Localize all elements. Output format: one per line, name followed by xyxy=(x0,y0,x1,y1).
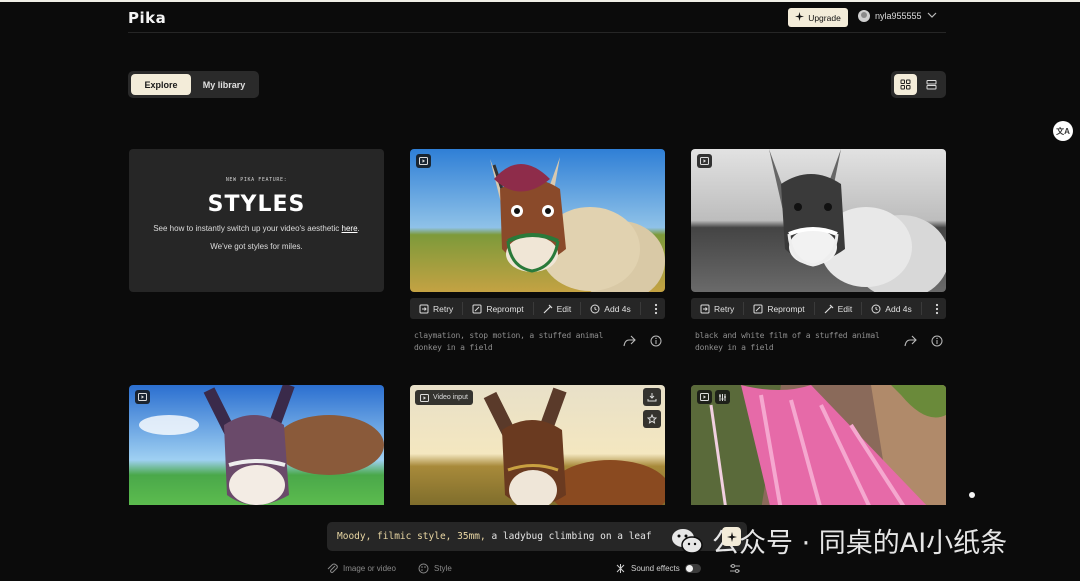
download-button[interactable] xyxy=(643,388,661,406)
download-icon xyxy=(647,393,657,402)
image-or-video-button[interactable]: Image or video xyxy=(327,563,396,574)
sound-effects-toggle[interactable]: Sound effects xyxy=(615,563,701,574)
more-vertical-icon xyxy=(654,303,658,314)
info-icon[interactable] xyxy=(650,335,662,347)
video-thumbnail[interactable]: Video input xyxy=(410,385,665,510)
view-toggle xyxy=(891,71,946,98)
add-4s-button[interactable]: Add 4s xyxy=(862,298,920,319)
promo-kicker: NEW PIKA FEATURE: xyxy=(225,177,288,183)
video-thumbnail[interactable] xyxy=(691,149,946,292)
promo-subtext: We've got styles for miles. xyxy=(210,242,303,251)
watermark: 公众号 · 同桌的AI小纸条 xyxy=(670,521,1007,560)
prompt-text: a ladybug climbing on a leaf xyxy=(485,531,652,542)
header-divider xyxy=(128,32,946,33)
retry-icon xyxy=(419,304,429,313)
pencil-square-icon xyxy=(753,304,763,313)
favorite-button[interactable] xyxy=(643,410,661,428)
video-action-bar: Retry Reprompt Edit Add 4s xyxy=(410,298,665,319)
app-page: Pika Upgrade nyla955555 Explore My libra… xyxy=(0,0,1080,581)
generate-button[interactable] xyxy=(722,527,741,546)
edit-button[interactable]: Edit xyxy=(534,298,581,319)
brush-icon xyxy=(824,304,834,313)
video-input-badge: Video input xyxy=(415,390,473,405)
clock-plus-icon xyxy=(590,304,600,313)
styles-promo-card[interactable]: NEW PIKA FEATURE: STYLES See how to inst… xyxy=(129,149,384,292)
adjust-icon xyxy=(715,390,730,404)
brush-icon xyxy=(543,304,553,313)
upgrade-button[interactable]: Upgrade xyxy=(788,8,848,27)
style-button[interactable]: Style xyxy=(418,563,452,574)
reprompt-button[interactable]: Reprompt xyxy=(744,298,813,319)
video-action-bar: Retry Reprompt Edit Add 4s xyxy=(691,298,946,319)
add-4s-button[interactable]: Add 4s xyxy=(581,298,639,319)
translate-icon[interactable]: 文A xyxy=(1053,121,1073,141)
video-play-icon xyxy=(420,393,429,402)
share-icon[interactable] xyxy=(623,335,636,347)
paperclip-icon xyxy=(327,563,338,573)
username: nyla955555 xyxy=(875,11,922,21)
retry-button[interactable]: Retry xyxy=(691,298,743,319)
video-thumbnail[interactable] xyxy=(410,149,665,292)
clock-plus-icon xyxy=(871,304,881,313)
reprompt-button[interactable]: Reprompt xyxy=(463,298,532,319)
caption-actions xyxy=(904,335,943,347)
tab-explore[interactable]: Explore xyxy=(131,74,191,95)
video-thumbnail[interactable] xyxy=(691,385,946,510)
sound-effects-switch[interactable] xyxy=(684,564,701,573)
promo-link[interactable]: here xyxy=(342,224,358,233)
promo-title: STYLES xyxy=(207,192,306,217)
avatar xyxy=(858,10,870,22)
list-icon xyxy=(926,80,937,90)
cursor-icon xyxy=(969,492,975,498)
grid-view-button[interactable] xyxy=(894,74,917,95)
upgrade-label: Upgrade xyxy=(808,12,841,23)
settings-button[interactable] xyxy=(729,563,741,574)
video-play-icon xyxy=(416,154,431,168)
tab-my-library[interactable]: My library xyxy=(195,74,253,95)
more-options-button[interactable] xyxy=(928,298,946,319)
star-icon xyxy=(647,414,657,424)
grid-icon xyxy=(900,79,911,90)
pika-logo[interactable]: Pika xyxy=(128,9,166,27)
prompt-style-text: Moody, filmic style, 35mm, xyxy=(337,531,486,542)
video-play-icon xyxy=(135,390,150,404)
share-icon[interactable] xyxy=(904,335,917,347)
list-view-button[interactable] xyxy=(920,74,943,95)
sparkle-icon xyxy=(795,12,805,23)
library-tabs: Explore My library xyxy=(128,71,259,98)
watermark-text: 公众号 · 同桌的AI小纸条 xyxy=(712,528,1008,559)
promo-text: See how to instantly switch up your vide… xyxy=(153,224,360,233)
retry-button[interactable]: Retry xyxy=(410,298,462,319)
pencil-square-icon xyxy=(472,304,482,313)
video-thumbnail[interactable] xyxy=(129,385,384,510)
user-menu[interactable]: nyla955555 xyxy=(858,10,937,22)
sliders-icon xyxy=(730,564,740,573)
more-options-button[interactable] xyxy=(647,298,665,319)
sparkle-icon xyxy=(726,531,737,542)
caption-actions xyxy=(623,335,662,347)
video-caption: black and white film of a stuffed animal… xyxy=(695,331,880,352)
video-play-icon xyxy=(697,154,712,168)
more-vertical-icon xyxy=(935,303,939,314)
wechat-logo-icon xyxy=(670,524,704,558)
palette-icon xyxy=(418,563,429,574)
retry-icon xyxy=(700,304,710,313)
edit-button[interactable]: Edit xyxy=(815,298,862,319)
chevron-down-icon xyxy=(927,11,937,21)
video-caption: claymation, stop motion, a stuffed anima… xyxy=(414,331,604,352)
sound-effects-icon xyxy=(616,564,625,573)
info-icon[interactable] xyxy=(931,335,943,347)
video-play-icon xyxy=(697,390,712,404)
